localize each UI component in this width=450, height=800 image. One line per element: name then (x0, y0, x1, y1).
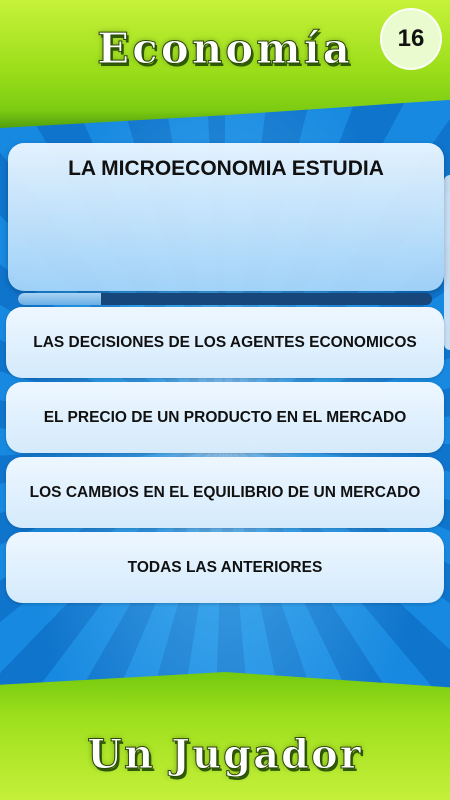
answer-button-4[interactable]: TODAS LAS ANTERIORES (6, 532, 444, 603)
answer-button-2[interactable]: EL PRECIO DE UN PRODUCTO EN EL MERCADO (6, 382, 444, 453)
answer-button-3[interactable]: LOS CAMBIOS EN EL EQUILIBRIO DE UN MERCA… (6, 457, 444, 528)
question-number-badge: 16 (380, 8, 442, 70)
game-mode-label: Un Jugador (87, 731, 363, 779)
timer-bar (18, 293, 432, 305)
answer-button-1[interactable]: LAS DECISIONES DE LOS AGENTES ECONOMICOS (6, 307, 444, 378)
answer-list: LAS DECISIONES DE LOS AGENTES ECONOMICOS… (6, 307, 444, 607)
question-card: LA MICROECONOMIA ESTUDIA (8, 143, 444, 291)
timer-bar-fill (18, 293, 101, 305)
question-text: LA MICROECONOMIA ESTUDIA (68, 157, 384, 180)
side-drawer-tab[interactable] (444, 175, 450, 350)
